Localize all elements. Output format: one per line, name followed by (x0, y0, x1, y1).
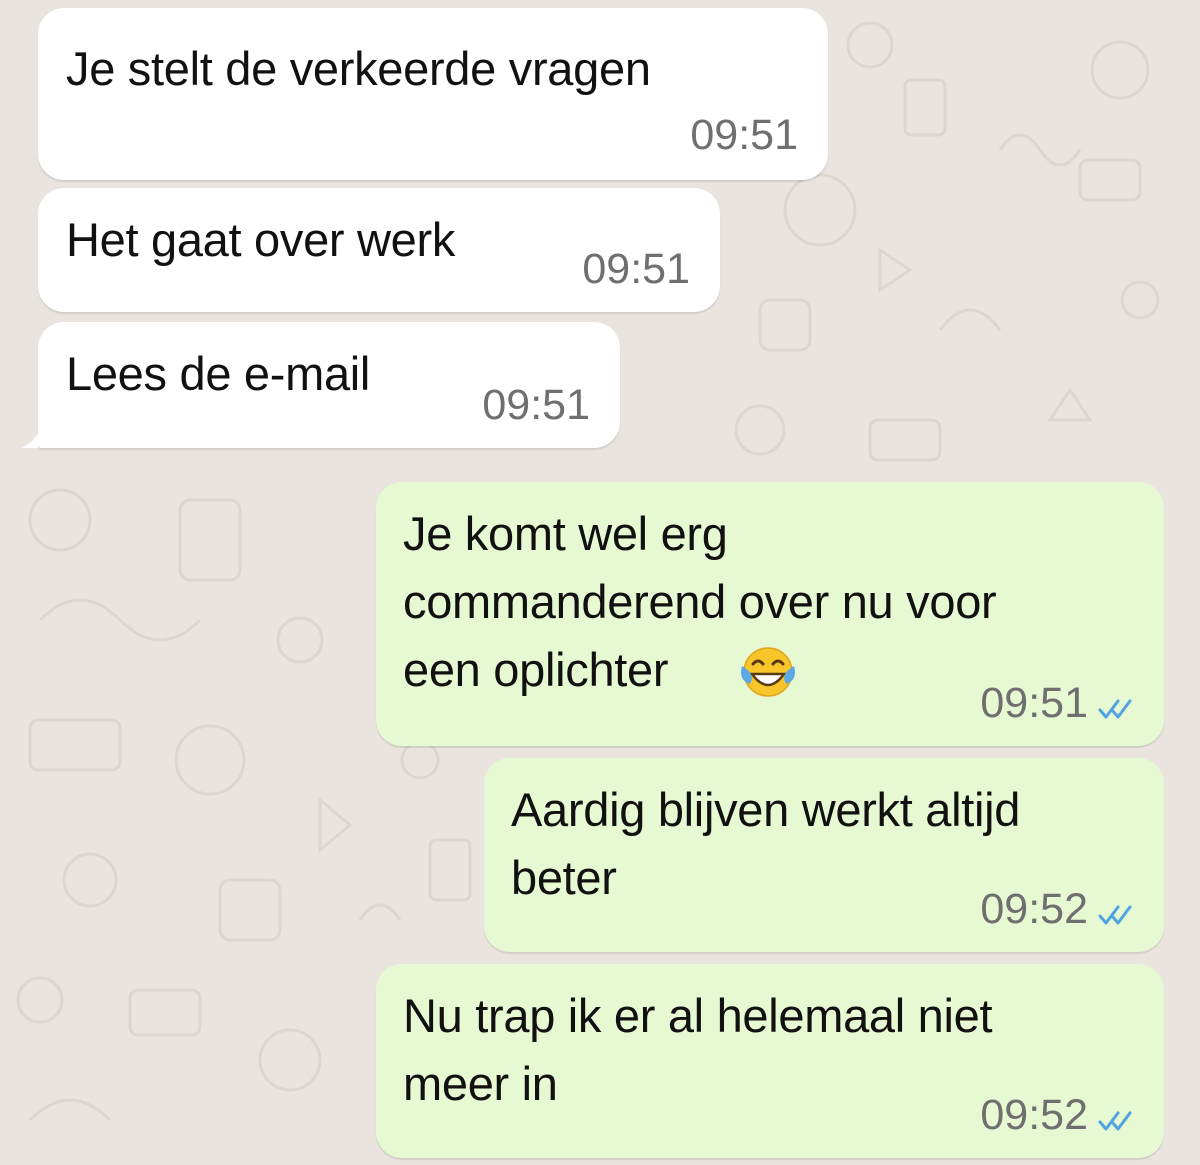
face-with-tears-of-joy-icon (741, 647, 795, 697)
message-timestamp: 09:51 (690, 111, 798, 159)
message-text-line-1: Nu trap ik er al helemaal niet (403, 989, 993, 1042)
outgoing-message-2[interactable]: Aardig blijven werkt altijd beter 09:52 (484, 758, 1164, 952)
message-text-line-3: een oplichter (403, 643, 669, 696)
incoming-message-1[interactable]: Je stelt de verkeerde vragen 09:51 (38, 8, 828, 180)
message-timestamp: 09:51 (482, 381, 590, 429)
message-text-line-1: Aardig blijven werkt altijd (511, 783, 1021, 836)
message-timestamp: 09:52 (980, 885, 1088, 933)
read-receipt-icon (1098, 905, 1132, 925)
message-text-line-1: Je komt wel erg (403, 507, 728, 560)
message-timestamp: 09:52 (980, 1091, 1088, 1139)
message-text: Je stelt de verkeerde vragen (66, 42, 651, 95)
message-text: Het gaat over werk (66, 213, 456, 266)
outgoing-message-1[interactable]: Je komt wel erg commanderend over nu voo… (376, 482, 1164, 746)
incoming-message-2[interactable]: Het gaat over werk 09:51 (38, 188, 720, 312)
message-timestamp: 09:51 (582, 245, 690, 293)
message-timestamp: 09:51 (980, 679, 1088, 727)
message-text-line-2: beter (511, 851, 617, 904)
message-text-line-2: commanderend over nu voor (403, 575, 997, 628)
read-receipt-icon (1098, 699, 1132, 719)
read-receipt-icon (1098, 1111, 1132, 1131)
message-text-line-2: meer in (403, 1057, 558, 1110)
incoming-message-3[interactable]: Lees de e-mail 09:51 (38, 322, 620, 448)
message-text: Lees de e-mail (66, 347, 371, 400)
outgoing-message-3[interactable]: Nu trap ik er al helemaal niet meer in 0… (376, 964, 1164, 1158)
